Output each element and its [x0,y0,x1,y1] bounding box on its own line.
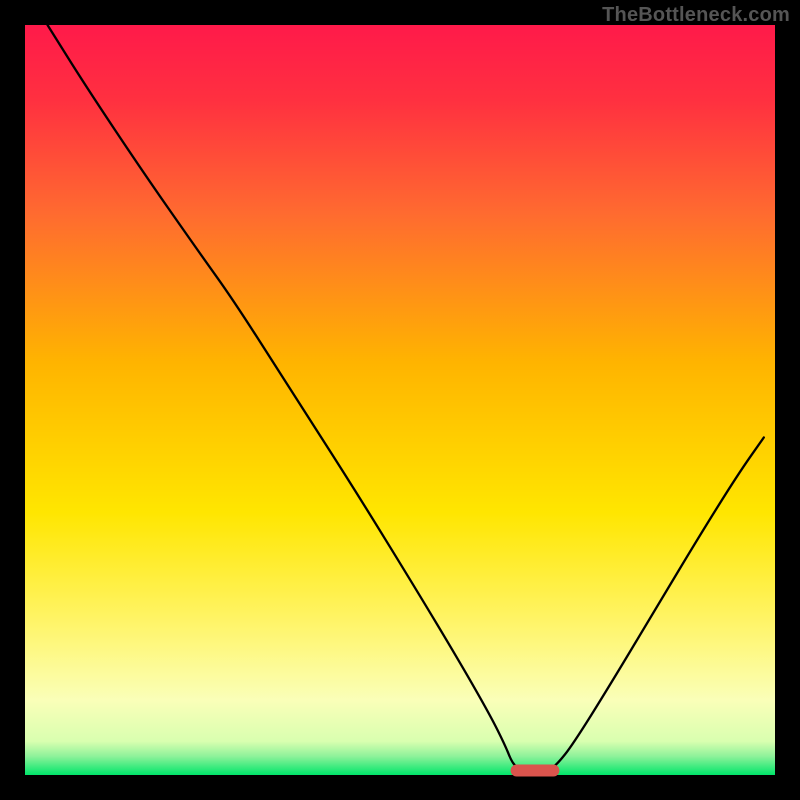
bottleneck-chart: TheBottleneck.com [0,0,800,800]
chart-svg [0,0,800,800]
optimal-marker [511,765,560,777]
watermark-text: TheBottleneck.com [602,4,790,27]
plot-area [25,25,775,777]
gradient-fill [25,25,775,775]
